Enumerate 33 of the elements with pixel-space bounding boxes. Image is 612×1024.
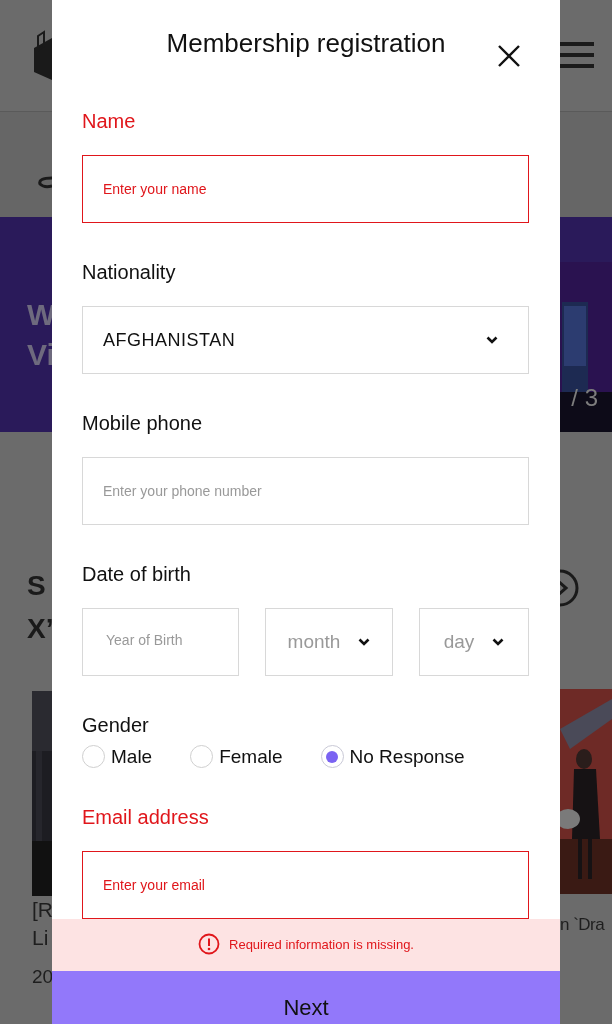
- video-date: 20: [32, 966, 54, 988]
- field-label: Date of birth: [82, 562, 191, 586]
- chevron-down-icon: [358, 638, 371, 646]
- field-label: Name: [82, 109, 136, 133]
- input-field[interactable]: Enter your name: [82, 155, 529, 223]
- radio-button[interactable]: [320, 745, 344, 768]
- field-label: Gender: [82, 713, 149, 737]
- field-label: Mobile phone: [82, 411, 203, 435]
- radio-button[interactable]: [82, 745, 105, 768]
- error-message: Required information is missing.: [229, 936, 414, 952]
- input-field[interactable]: Enter your email: [82, 851, 529, 919]
- logo-icon: [32, 30, 52, 80]
- chevron-down-icon: [486, 336, 498, 344]
- field-label: Email address: [82, 805, 209, 829]
- chevron-down-icon: [492, 638, 505, 646]
- video-caption: Li: [32, 925, 49, 951]
- next-button[interactable]: Next: [52, 971, 560, 1024]
- radio-button[interactable]: [190, 745, 214, 768]
- close-icon[interactable]: [498, 45, 520, 67]
- slide-counter: / 3: [571, 384, 598, 412]
- alert-icon: [198, 933, 220, 955]
- field-label: Nationality: [82, 260, 176, 284]
- year-field[interactable]: Year of Birth: [82, 608, 239, 676]
- nationality-select[interactable]: AFGHANISTAN: [82, 306, 529, 374]
- radio-label[interactable]: No Response: [349, 745, 465, 768]
- menu-icon[interactable]: [560, 40, 594, 70]
- section-title: X’: [27, 612, 54, 646]
- section-title: S: [27, 569, 46, 603]
- radio-label[interactable]: Male: [111, 745, 153, 768]
- dialog-title: Membership registration: [166, 28, 446, 60]
- video-caption: [R: [32, 897, 53, 923]
- video-caption: n `Dra: [560, 915, 605, 935]
- radio-label[interactable]: Female: [219, 745, 283, 768]
